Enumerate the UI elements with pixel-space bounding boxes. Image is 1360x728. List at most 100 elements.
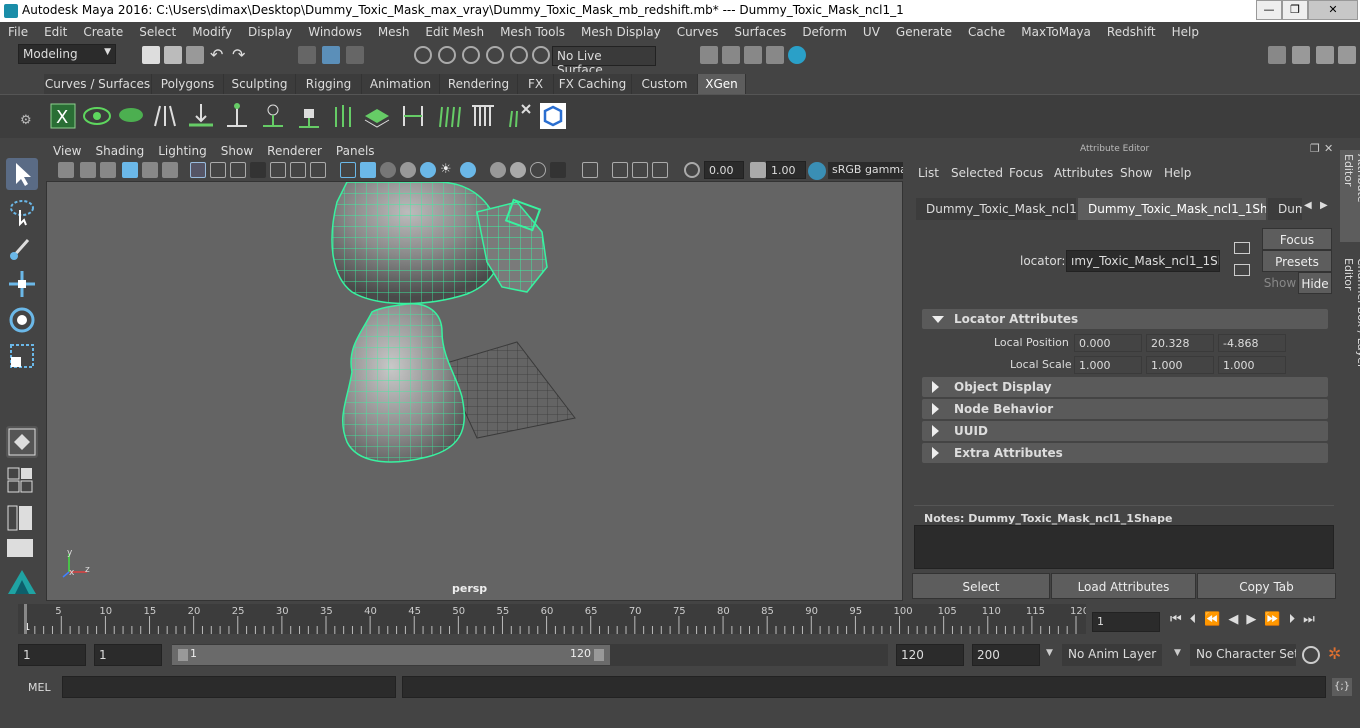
ipr-render-icon[interactable] bbox=[744, 46, 762, 64]
chevron-down-icon[interactable]: ▼ bbox=[1174, 648, 1181, 658]
tab-xgen[interactable]: XGen bbox=[698, 74, 746, 94]
workspace-icon[interactable] bbox=[1268, 46, 1286, 64]
local-scale-x-field[interactable]: 1.000 bbox=[1074, 356, 1142, 374]
current-frame-field[interactable]: 1 bbox=[1092, 612, 1160, 632]
mode-dropdown[interactable]: Modeling ▼ bbox=[18, 44, 116, 64]
bookmark-icon[interactable] bbox=[100, 162, 116, 178]
menu-curves[interactable]: Curves bbox=[669, 25, 727, 39]
local-position-z-field[interactable]: -4.868 bbox=[1218, 334, 1286, 352]
chevron-down-icon[interactable]: ▼ bbox=[1046, 648, 1053, 658]
depth-of-field-icon[interactable] bbox=[550, 162, 566, 178]
menu-surfaces[interactable]: Surfaces bbox=[726, 25, 794, 39]
rotate-tool-icon[interactable] bbox=[6, 304, 38, 336]
ae-menu-help[interactable]: Help bbox=[1164, 166, 1191, 180]
menu-redshift[interactable]: Redshift bbox=[1099, 25, 1164, 39]
step-back-frame-icon[interactable]: ⏴ bbox=[1190, 612, 1205, 627]
menu-mesh-tools[interactable]: Mesh Tools bbox=[492, 25, 573, 39]
ae-menu-focus[interactable]: Focus bbox=[1009, 166, 1043, 180]
section-uuid[interactable]: UUID bbox=[922, 421, 1328, 441]
tab-more-node[interactable]: Dum bbox=[1268, 198, 1302, 220]
float-panel-icon[interactable]: ❐ bbox=[1310, 142, 1320, 155]
snap-curve-icon[interactable] bbox=[438, 46, 456, 64]
color-space-field[interactable]: sRGB gamma bbox=[828, 162, 903, 179]
step-forward-key-icon[interactable]: ⏩ bbox=[1264, 612, 1288, 627]
field-chart-icon[interactable] bbox=[270, 162, 286, 178]
menu-maxtomaya[interactable]: MaxToMaya bbox=[1013, 25, 1099, 39]
xgen-layer-icon[interactable] bbox=[362, 101, 392, 131]
attribute-editor-toggle-icon[interactable] bbox=[1316, 46, 1334, 64]
tab-animation[interactable]: Animation bbox=[362, 74, 440, 94]
xray-joints-icon[interactable] bbox=[632, 162, 648, 178]
xgen-leaf-icon[interactable] bbox=[116, 101, 146, 131]
render-frame-icon[interactable] bbox=[722, 46, 740, 64]
select-object-icon[interactable] bbox=[322, 46, 340, 64]
exposure-field[interactable]: 0.00 bbox=[704, 161, 744, 179]
four-view-layout-icon[interactable] bbox=[6, 466, 34, 494]
menu-create[interactable]: Create bbox=[75, 25, 131, 39]
panel-menu-panels[interactable]: Panels bbox=[329, 144, 382, 158]
render-settings-icon[interactable] bbox=[766, 46, 784, 64]
live-surface-field[interactable]: No Live Surface bbox=[552, 46, 656, 77]
go-to-end-icon[interactable]: ⏭ bbox=[1303, 612, 1323, 627]
section-node-behavior[interactable]: Node Behavior bbox=[922, 399, 1328, 419]
menu-display[interactable]: Display bbox=[240, 25, 300, 39]
textured-icon[interactable] bbox=[420, 162, 436, 178]
tab-shape-node[interactable]: Dummy_Toxic_Mask_ncl1_1Shape bbox=[1078, 198, 1266, 220]
notes-field[interactable] bbox=[914, 525, 1334, 569]
copy-tab-button[interactable]: Copy Tab bbox=[1197, 573, 1336, 599]
graph-layout-icon[interactable] bbox=[6, 538, 34, 558]
animation-prefs-icon[interactable]: ✲ bbox=[1328, 644, 1341, 663]
section-locator-attributes[interactable]: Locator Attributes bbox=[922, 309, 1328, 329]
section-object-display[interactable]: Object Display bbox=[922, 377, 1328, 397]
xgen-place-guide-icon[interactable] bbox=[150, 101, 180, 131]
panel-menu-renderer[interactable]: Renderer bbox=[260, 144, 329, 158]
menu-mesh-display[interactable]: Mesh Display bbox=[573, 25, 669, 39]
grid-toggle-icon[interactable] bbox=[190, 162, 206, 178]
xgen-preview-icon[interactable] bbox=[82, 101, 112, 131]
wireframe-on-shaded-icon[interactable] bbox=[400, 162, 416, 178]
render-view-icon[interactable] bbox=[700, 46, 718, 64]
gear-icon[interactable]: ⚙ bbox=[20, 113, 34, 128]
close-button[interactable]: ✕ bbox=[1308, 0, 1358, 20]
menu-help[interactable]: Help bbox=[1164, 25, 1207, 39]
current-time-marker[interactable] bbox=[24, 604, 27, 634]
script-editor-icon[interactable]: {;} bbox=[1332, 678, 1352, 696]
xgen-fur-icon[interactable] bbox=[434, 101, 464, 131]
panel-menu-lighting[interactable]: Lighting bbox=[151, 144, 214, 158]
camera-attributes-icon[interactable] bbox=[80, 162, 96, 178]
color-management-icon[interactable] bbox=[808, 162, 826, 180]
gate-mask-icon[interactable] bbox=[250, 162, 266, 178]
presets-button[interactable]: Presets bbox=[1262, 250, 1332, 272]
section-extra-attributes[interactable]: Extra Attributes bbox=[922, 443, 1328, 463]
step-back-key-icon[interactable]: ⏪ bbox=[1204, 612, 1228, 627]
menu-deform[interactable]: Deform bbox=[794, 25, 855, 39]
xgen-guide-sculpt-icon[interactable] bbox=[328, 101, 358, 131]
range-slider[interactable]: 1 120 bbox=[172, 644, 888, 666]
tab-transform-node[interactable]: Dummy_Toxic_Mask_ncl1_1 bbox=[916, 198, 1076, 220]
select-button[interactable]: Select bbox=[912, 573, 1050, 599]
panel-menu-view[interactable]: View bbox=[46, 144, 88, 158]
range-start-grip[interactable] bbox=[178, 649, 188, 661]
auto-key-icon[interactable] bbox=[1302, 646, 1320, 664]
safe-title-icon[interactable] bbox=[310, 162, 326, 178]
grease-pencil-icon[interactable] bbox=[162, 162, 178, 178]
outliner-layout-icon[interactable] bbox=[6, 504, 34, 532]
xgen-cube-icon[interactable] bbox=[538, 101, 568, 131]
go-to-output-icon[interactable] bbox=[1234, 264, 1250, 276]
undo-icon[interactable]: ↶ bbox=[210, 46, 228, 64]
xgen-add-guide-icon[interactable] bbox=[186, 101, 216, 131]
exposure-icon[interactable] bbox=[684, 162, 700, 178]
toggle-layout-icon[interactable] bbox=[1292, 46, 1310, 64]
hypershade-icon[interactable] bbox=[788, 46, 806, 64]
go-to-start-icon[interactable]: ⏮ bbox=[1170, 612, 1190, 627]
channel-box-toggle-icon[interactable] bbox=[1338, 46, 1356, 64]
playback-end-field[interactable]: 120 bbox=[896, 644, 964, 666]
snap-surface-icon[interactable] bbox=[510, 46, 528, 64]
select-component-icon[interactable] bbox=[346, 46, 364, 64]
menu-cache[interactable]: Cache bbox=[960, 25, 1013, 39]
xgen-lock-guide-icon[interactable] bbox=[294, 101, 324, 131]
gamma-icon[interactable] bbox=[750, 162, 766, 178]
tab-sculpting[interactable]: Sculpting bbox=[224, 74, 296, 94]
save-scene-icon[interactable] bbox=[186, 46, 204, 64]
range-end-grip[interactable] bbox=[594, 649, 604, 661]
